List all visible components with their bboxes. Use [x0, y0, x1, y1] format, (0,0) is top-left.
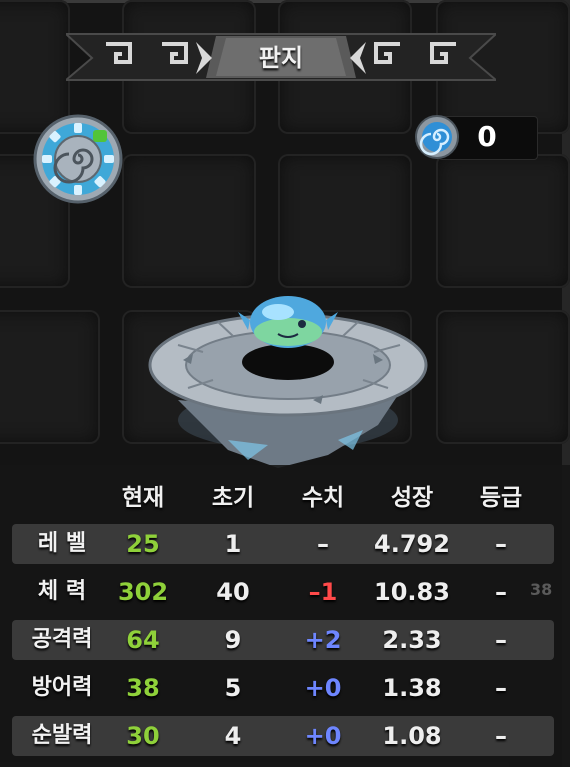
stat-initial: 9: [224, 626, 242, 654]
stat-growth: 1.08: [382, 722, 442, 750]
header-initial: 초기: [211, 485, 255, 511]
stat-label: 순발력: [31, 723, 93, 748]
stat-row: 순발력 30 4 +0 1.08 –: [12, 716, 554, 756]
stat-initial: 1: [224, 530, 242, 558]
currency-counter: 0: [414, 114, 538, 160]
stat-grade: –: [495, 722, 507, 750]
stat-grade: –: [495, 530, 507, 558]
header-grade: 등급: [479, 485, 523, 511]
creature-on-pedestal[interactable]: [138, 290, 438, 470]
stat-current: 302: [117, 578, 169, 606]
stat-bonus: –: [317, 530, 329, 558]
stat-bonus: –1: [308, 578, 338, 606]
stat-label: 공격력: [31, 627, 93, 652]
page-title: 판지: [258, 44, 304, 72]
stat-row: 체 력 302 40 –1 10.83 –: [12, 572, 554, 612]
stat-current: 64: [126, 626, 160, 654]
stat-initial: 5: [224, 674, 242, 702]
stat-row: 방어력 38 5 +0 1.38 –: [12, 668, 554, 708]
stat-current: 30: [126, 722, 160, 750]
stat-grade: –: [495, 578, 507, 606]
stat-current: 25: [126, 530, 160, 558]
stats-header-row: 현재 초기 수치 성장 등급: [0, 478, 570, 514]
stat-bonus: +0: [304, 722, 342, 750]
spiral-orb-icon: [414, 114, 460, 160]
stat-grade: –: [495, 674, 507, 702]
stat-grade: –: [495, 626, 507, 654]
stat-bonus: +2: [304, 626, 342, 654]
header-current: 현재: [121, 485, 165, 511]
stat-initial: 40: [216, 578, 250, 606]
stat-growth: 10.83: [374, 578, 450, 606]
stat-initial: 4: [224, 722, 242, 750]
header-growth: 성장: [390, 485, 434, 511]
stat-label: 레 벨: [37, 531, 87, 556]
stat-bonus: +0: [304, 674, 342, 702]
water-spiral-emblem-icon[interactable]: [33, 114, 123, 204]
header-bonus: 수치: [301, 485, 345, 511]
stat-row: 공격력 64 9 +2 2.33 –: [12, 620, 554, 660]
title-banner: 판지: [66, 28, 496, 82]
stat-growth: 4.792: [374, 530, 450, 558]
stat-current: 38: [126, 674, 160, 702]
stat-growth: 2.33: [382, 626, 442, 654]
stat-growth: 1.38: [382, 674, 442, 702]
stat-label: 방어력: [31, 675, 93, 700]
stat-row: 레 벨 25 1 – 4.792 –: [12, 524, 554, 564]
stat-label: 체 력: [37, 579, 87, 604]
